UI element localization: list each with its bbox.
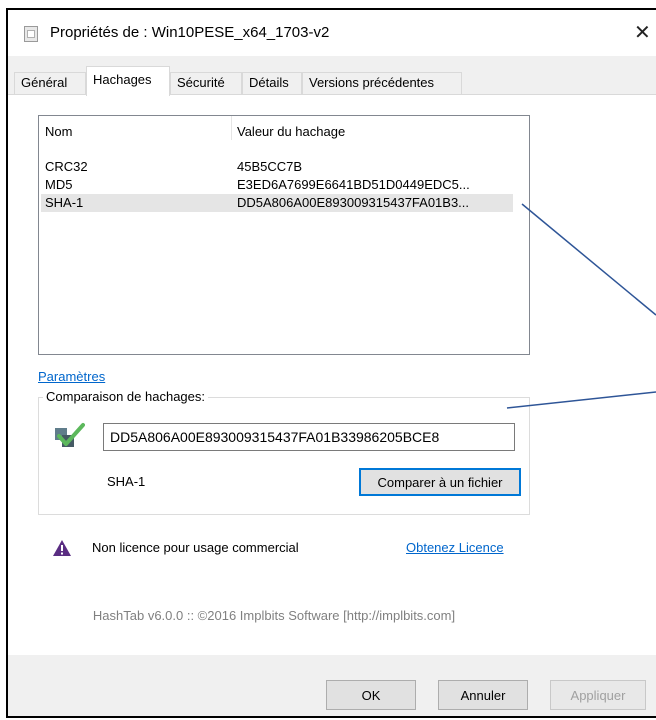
tab-strip: Général Hachages Sécurité Détails Versio… <box>8 66 656 96</box>
apply-button[interactable]: Appliquer <box>550 680 646 710</box>
file-icon <box>24 26 38 42</box>
settings-link[interactable]: Paramètres <box>38 369 105 384</box>
hash-row-crc32[interactable]: CRC32 45B5CC7B <box>41 158 513 176</box>
close-icon[interactable]: ✕ <box>634 20 651 45</box>
tab-hachages[interactable]: Hachages <box>86 66 170 96</box>
get-license-link[interactable]: Obtenez Licence <box>406 540 504 555</box>
warning-triangle-icon <box>53 540 71 556</box>
hash-value: DD5A806A00E893009315437FA01B3... <box>237 195 470 210</box>
hash-value: 45B5CC7B <box>237 159 303 174</box>
hash-match-check-icon <box>55 423 85 447</box>
hash-row-sha1[interactable]: SHA-1 DD5A806A00E893009315437FA01B3... <box>41 194 513 212</box>
tab-versions-precedentes[interactable]: Versions précédentes <box>302 72 462 94</box>
hash-comparison-group: Comparaison de hachages: SHA-1 Comparer … <box>38 389 530 515</box>
tab-details[interactable]: Détails <box>242 72 302 94</box>
hashes-panel: Nom Valeur du hachage CRC32 45B5CC7B MD5… <box>8 94 656 655</box>
hash-value: E3ED6A7699E6641BD51D0449EDC5... <box>237 177 470 192</box>
hash-name: SHA-1 <box>45 195 84 210</box>
column-divider <box>231 116 232 140</box>
hash-list[interactable]: Nom Valeur du hachage CRC32 45B5CC7B MD5… <box>38 115 530 355</box>
window-title: Propriétés de : Win10PESE_x64_1703-v2 <box>50 24 330 41</box>
cancel-button[interactable]: Annuler <box>438 680 528 710</box>
ok-button[interactable]: OK <box>326 680 416 710</box>
column-header-value[interactable]: Valeur du hachage <box>237 124 345 139</box>
group-label: Comparaison de hachages: <box>43 389 208 404</box>
footer-credit: HashTab v6.0.0 :: ©2016 Implbits Softwar… <box>92 608 456 623</box>
tab-general[interactable]: Général <box>14 72 86 94</box>
algorithm-label: SHA-1 <box>107 474 146 489</box>
hash-name: CRC32 <box>45 159 88 174</box>
list-scrollbar[interactable] <box>523 116 529 354</box>
compare-file-button[interactable]: Comparer à un fichier <box>359 468 521 496</box>
tab-securite[interactable]: Sécurité <box>170 72 242 94</box>
hash-name: MD5 <box>45 177 73 192</box>
column-header-name[interactable]: Nom <box>45 124 72 139</box>
license-notice: Non licence pour usage commercial <box>92 540 299 555</box>
title-bar: Propriétés de : Win10PESE_x64_1703-v2 ✕ <box>8 10 656 56</box>
hash-compare-input[interactable] <box>103 423 515 451</box>
properties-dialog: Propriétés de : Win10PESE_x64_1703-v2 ✕ … <box>6 8 656 718</box>
hash-list-header: Nom Valeur du hachage <box>39 116 529 140</box>
hash-row-md5[interactable]: MD5 E3ED6A7699E6641BD51D0449EDC5... <box>41 176 513 194</box>
